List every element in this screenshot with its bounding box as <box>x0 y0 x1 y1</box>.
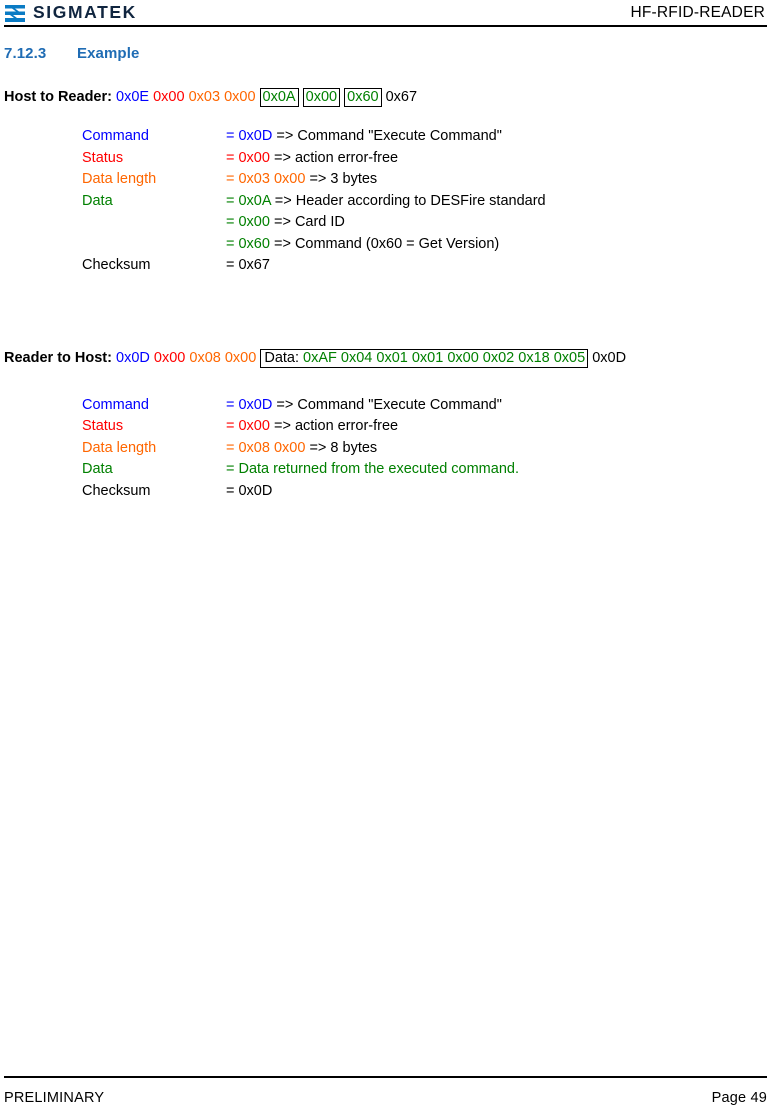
detail-value: = 0x0D <box>226 481 519 503</box>
detail-label: Data length <box>82 439 157 456</box>
detail-value: = 0x0D => Command "Execute Command" <box>226 126 546 148</box>
detail-label: Status <box>82 149 124 166</box>
page-footer: PRELIMINARY Page 49 <box>4 1090 767 1106</box>
detail-value: = 0x00 => Card ID <box>226 212 546 234</box>
detail-label: Checksum <box>82 257 151 273</box>
telegram-byte: 0x67 <box>385 89 418 105</box>
section-title: Example <box>77 45 140 62</box>
reader-to-host-label: Reader to Host: <box>4 349 112 366</box>
detail-label: Data <box>82 461 113 477</box>
detail-label: Checksum <box>82 482 151 499</box>
detail-value: = 0x67 <box>226 255 546 277</box>
detail-value: = 0x0A => Header according to DESFire st… <box>226 191 546 213</box>
detail-row: Command = 0x0D => Command "Execute Comman… <box>82 395 519 417</box>
detail-value-hex: = 0x08 0x00 <box>226 439 306 456</box>
brand-name: SIGMATEK <box>33 2 137 23</box>
footer-divider <box>4 1076 767 1078</box>
reader-to-host-details: Command = 0x0D => Command "Execute Comman… <box>82 395 519 503</box>
data-box-label: Data: <box>264 349 300 366</box>
sigmatek-logo-icon <box>5 4 25 22</box>
detail-value: = 0x0D => Command "Execute Command" <box>226 395 519 417</box>
detail-value-hex: = 0x60 <box>226 235 270 252</box>
reader-to-host-bytes: 0x0D 0x00 0x08 0x00 <box>116 350 260 366</box>
detail-row: = 0x00 => Card ID <box>82 212 546 234</box>
telegram-byte: 0x0A <box>259 88 299 107</box>
detail-label: Command <box>82 128 149 144</box>
telegram-byte: 0x0D <box>116 349 150 366</box>
detail-value-description: => 3 bytes <box>305 171 378 187</box>
telegram-byte: 0x00 <box>224 349 257 366</box>
detail-value: = 0x60 => Command (0x60 = Get Version) <box>226 234 546 256</box>
page-content: 7.12.3 Example Host to Reader: 0x0E 0x00… <box>4 27 767 502</box>
detail-row: = 0x60 => Command (0x60 = Get Version) <box>82 234 546 256</box>
detail-label: Status <box>82 418 124 434</box>
footer-page-number: Page 49 <box>711 1090 767 1106</box>
detail-value-description: => action error-free <box>269 149 399 166</box>
host-to-reader-bytes: 0x0E 0x00 0x03 0x00 0x0A 0x00 0x60 0x67 <box>116 88 417 107</box>
detail-row: Data length = 0x03 0x00 => 3 bytes <box>82 169 546 191</box>
detail-value-description: => Header according to DESFire standard <box>270 192 546 209</box>
detail-row: Checksum = 0x67 <box>82 255 546 277</box>
detail-value-hex: = 0x00 <box>226 149 270 166</box>
telegram-byte: 0x0E <box>116 89 150 105</box>
document-title: HF-RFID-READER <box>630 4 765 22</box>
telegram-byte: 0x00 <box>153 349 186 366</box>
detail-value-hex: = 0x0D <box>226 396 273 413</box>
detail-row: Checksum = 0x0D <box>82 481 519 503</box>
reader-to-host-trailing-byte: 0x0D <box>592 349 627 366</box>
telegram-byte: 0x60 <box>344 88 382 107</box>
detail-value-description: => Command (0x60 = Get Version) <box>269 235 500 252</box>
detail-value: = Data returned from the executed comman… <box>226 459 519 481</box>
detail-value-description: => Command "Execute Command" <box>272 128 502 144</box>
page-header: SIGMATEK HF-RFID-READER <box>4 0 766 26</box>
detail-spacer <box>4 370 767 378</box>
telegram-byte: 0x00 <box>302 88 341 107</box>
detail-value: = 0x00 => action error-free <box>226 416 519 438</box>
reader-to-host-telegram: Reader to Host: 0x0D 0x00 0x08 0x00 Data… <box>4 347 767 370</box>
host-to-reader-details: Command = 0x0D => Command "Execute Comman… <box>82 126 546 277</box>
telegram-byte: 0x03 <box>188 89 221 105</box>
detail-value: = 0x08 0x00 => 8 bytes <box>226 438 519 460</box>
detail-value-hex: = 0x00 <box>226 214 270 230</box>
detail-value-hex: = 0x03 0x00 <box>226 171 306 187</box>
footer-status: PRELIMINARY <box>4 1090 105 1106</box>
detail-row: Data = 0x0A => Header according to DESFir… <box>82 191 546 213</box>
detail-label <box>82 234 226 256</box>
detail-value-hex: = 0x0D <box>226 482 273 499</box>
host-to-reader-telegram: Host to Reader: 0x0E 0x00 0x03 0x00 0x0A… <box>4 86 767 109</box>
detail-value: = 0x03 0x00 => 3 bytes <box>226 169 546 191</box>
detail-row: Command = 0x0D => Command "Execute Comman… <box>82 126 546 148</box>
detail-row: Status = 0x00 => action error-free <box>82 416 519 438</box>
detail-value-description: => Card ID <box>269 214 345 230</box>
detail-label <box>82 212 226 234</box>
detail-label: Command <box>82 396 149 413</box>
brand: SIGMATEK <box>4 4 137 23</box>
section-heading: 7.12.3 Example <box>4 45 767 62</box>
detail-label: Data <box>82 192 113 209</box>
telegram-byte: 0x00 <box>224 89 256 105</box>
data-box-bytes: 0xAF 0x04 0x01 0x01 0x00 0x02 0x18 0x05 <box>303 349 586 366</box>
telegram-byte: 0x00 <box>153 89 185 105</box>
document-page: SIGMATEK HF-RFID-READER 7.12.3 Example H… <box>0 0 770 1120</box>
detail-value: = 0x00 => action error-free <box>226 148 546 170</box>
detail-label: Data length <box>82 171 157 187</box>
detail-value-description: => 8 bytes <box>305 439 378 456</box>
detail-value-hex: = 0x00 <box>226 418 270 434</box>
telegram-byte: 0x08 <box>189 349 221 366</box>
detail-value-description: => action error-free <box>269 418 399 434</box>
detail-row: Data = Data returned from the executed co… <box>82 459 519 481</box>
detail-row: Status = 0x00 => action error-free <box>82 148 546 170</box>
detail-value-description: => Command "Execute Command" <box>272 396 502 413</box>
reader-to-host-data-box: Data: 0xAF 0x04 0x01 0x01 0x00 0x02 0x18… <box>260 348 589 368</box>
detail-value-hex: = 0x67 <box>226 257 270 273</box>
section-number: 7.12.3 <box>4 45 47 62</box>
detail-row: Data length = 0x08 0x00 => 8 bytes <box>82 438 519 460</box>
host-to-reader-label: Host to Reader: <box>4 89 112 105</box>
detail-value-hex: = Data returned from the executed comman… <box>226 461 519 477</box>
detail-value-hex: = 0x0A <box>226 192 271 209</box>
detail-value-hex: = 0x0D <box>226 128 273 144</box>
